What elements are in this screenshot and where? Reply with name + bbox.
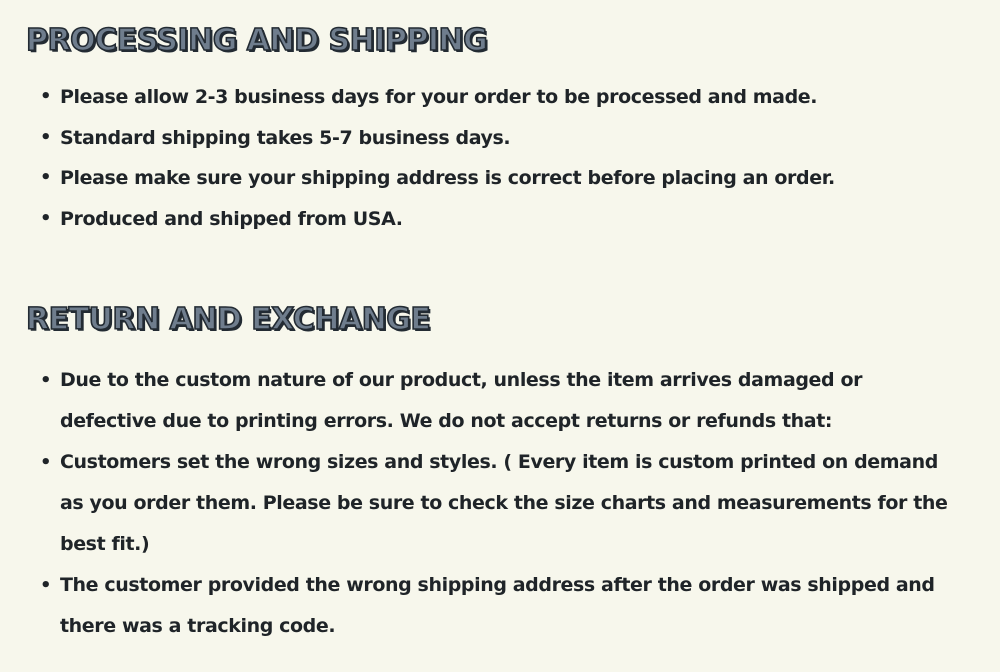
list-item: • Customers set the wrong sizes and style… [0, 442, 960, 565]
bullet-icon: • [40, 126, 52, 148]
list-item-text: Customers set the wrong sizes and styles… [60, 451, 948, 555]
list-item-text: Please allow 2-3 business days for your … [60, 86, 818, 108]
processing-shipping-heading: PROCESSING AND SHIPPING [25, 23, 488, 58]
list-item-text: Please make sure your shipping address i… [60, 167, 835, 189]
processing-shipping-list: • Please allow 2-3 business days for your… [0, 77, 960, 239]
list-item-text: Standard shipping takes 5-7 business day… [60, 126, 511, 149]
bullet-icon: • [40, 86, 52, 107]
return-exchange-list: • Due to the custom nature of our product… [0, 360, 960, 647]
list-item: • Please allow 2-3 business days for your… [0, 77, 960, 118]
bullet-icon: • [40, 370, 52, 391]
list-item: • Please make sure your shipping address … [0, 158, 960, 199]
bullet-icon: • [40, 575, 52, 596]
list-item: • Due to the custom nature of our product… [0, 360, 960, 442]
list-item: • Standard shipping takes 5-7 business da… [0, 118, 960, 159]
bullet-icon: • [40, 207, 52, 229]
return-exchange-heading: RETURN AND EXCHANGE [25, 302, 431, 337]
bullet-icon: • [40, 452, 52, 473]
bullet-icon: • [40, 167, 52, 188]
list-item: • Produced and shipped from USA. [0, 199, 960, 240]
policy-page: PROCESSING AND SHIPPING • Please allow 2-… [0, 0, 1000, 672]
list-item-text: Produced and shipped from USA. [60, 207, 403, 230]
list-item-text: The customer provided the wrong shipping… [60, 574, 935, 637]
list-item-text: Due to the custom nature of our product,… [60, 369, 863, 432]
list-item: • The customer provided the wrong shippin… [0, 565, 960, 647]
